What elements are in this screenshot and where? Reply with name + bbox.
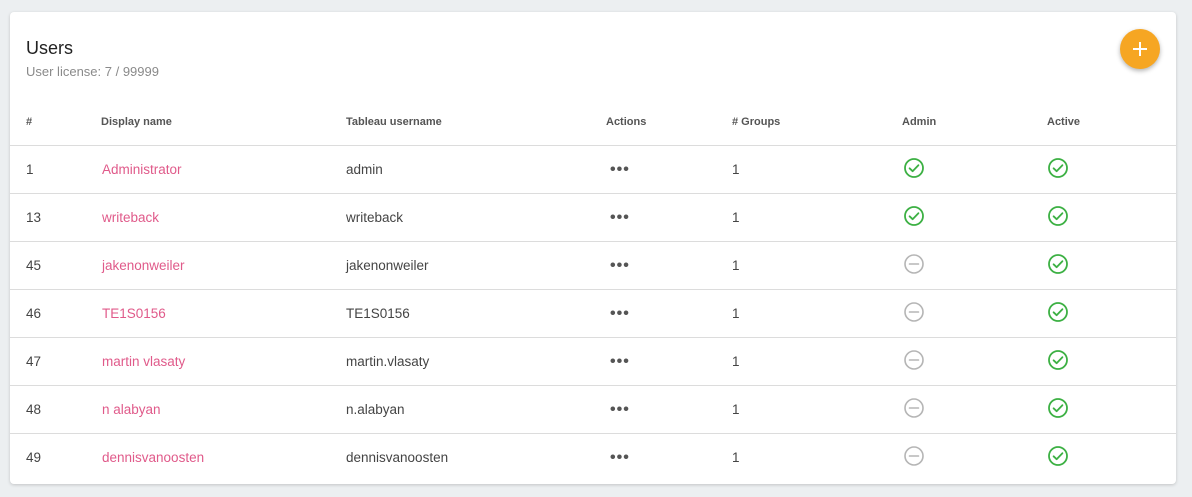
- display-name-link[interactable]: martin vlasaty: [102, 338, 185, 385]
- admin-status: [903, 146, 925, 193]
- actions-menu-button[interactable]: •••: [610, 194, 630, 241]
- table-row: 46 TE1S0156 TE1S0156 ••• 1: [10, 290, 1176, 338]
- user-id: 49: [26, 450, 42, 465]
- actions-menu-button[interactable]: •••: [610, 290, 630, 337]
- active-status: [1047, 338, 1069, 385]
- admin-status: [903, 290, 925, 337]
- license-info: User license: 7 / 99999: [26, 64, 159, 79]
- tableau-username: jakenonweiler: [346, 258, 429, 273]
- user-id: 13: [26, 210, 42, 225]
- minus-circle-icon: [903, 301, 925, 326]
- tableau-username: TE1S0156: [346, 306, 410, 321]
- user-id: 48: [26, 402, 42, 417]
- group-count: 1: [732, 258, 740, 273]
- active-status: [1047, 194, 1069, 241]
- more-horizontal-icon: •••: [610, 304, 630, 322]
- check-circle-icon: [903, 205, 925, 230]
- table-row: 1 Administrator admin ••• 1: [10, 146, 1176, 194]
- table-row: 13 writeback writeback ••• 1: [10, 194, 1176, 242]
- actions-menu-button[interactable]: •••: [610, 434, 630, 481]
- minus-circle-icon: [903, 349, 925, 374]
- table-row: 47 martin vlasaty martin.vlasaty ••• 1: [10, 338, 1176, 386]
- check-circle-icon: [1047, 301, 1069, 326]
- minus-circle-icon: [903, 445, 925, 470]
- user-id: 1: [26, 162, 34, 177]
- actions-menu-button[interactable]: •••: [610, 386, 630, 433]
- group-count: 1: [732, 402, 740, 417]
- column-header-active[interactable]: Active: [1047, 115, 1080, 129]
- table-row: 49 dennisvanoosten dennisvanoosten ••• 1: [10, 434, 1176, 482]
- users-table-body: 1 Administrator admin ••• 1 13 writeback writeb…: [10, 146, 1176, 482]
- table-header: # Display name Tableau username Actions …: [10, 98, 1176, 146]
- tableau-username: admin: [346, 162, 383, 177]
- group-count: 1: [732, 450, 740, 465]
- display-name-link[interactable]: dennisvanoosten: [102, 434, 204, 481]
- active-status: [1047, 386, 1069, 433]
- column-header-groups[interactable]: # Groups: [732, 115, 780, 129]
- tableau-username: n.alabyan: [346, 402, 405, 417]
- user-id: 46: [26, 306, 42, 321]
- more-horizontal-icon: •••: [610, 208, 630, 226]
- admin-status: [903, 434, 925, 481]
- actions-menu-button[interactable]: •••: [610, 146, 630, 193]
- check-circle-icon: [1047, 397, 1069, 422]
- column-header-username[interactable]: Tableau username: [346, 115, 442, 129]
- display-name-link[interactable]: writeback: [102, 194, 159, 241]
- more-horizontal-icon: •••: [610, 256, 630, 274]
- column-header-admin[interactable]: Admin: [902, 115, 936, 129]
- more-horizontal-icon: •••: [610, 400, 630, 418]
- tableau-username: writeback: [346, 210, 404, 225]
- column-header-id[interactable]: #: [26, 115, 32, 129]
- page-title: Users: [26, 38, 74, 58]
- table-row: 48 n alabyan n.alabyan ••• 1: [10, 386, 1176, 434]
- admin-status: [903, 194, 925, 241]
- active-status: [1047, 242, 1069, 289]
- actions-menu-button[interactable]: •••: [610, 242, 630, 289]
- minus-circle-icon: [903, 253, 925, 278]
- group-count: 1: [732, 162, 740, 177]
- more-horizontal-icon: •••: [610, 352, 630, 370]
- group-count: 1: [732, 210, 740, 225]
- actions-menu-button[interactable]: •••: [610, 338, 630, 385]
- display-name-link[interactable]: Administrator: [102, 146, 182, 193]
- group-count: 1: [732, 306, 740, 321]
- user-id: 45: [26, 258, 42, 273]
- display-name-link[interactable]: TE1S0156: [102, 290, 166, 337]
- tableau-username: dennisvanoosten: [346, 450, 449, 465]
- display-name-link[interactable]: n alabyan: [102, 386, 161, 433]
- user-id: 47: [26, 354, 42, 369]
- check-circle-icon: [1047, 253, 1069, 278]
- active-status: [1047, 290, 1069, 337]
- check-circle-icon: [1047, 349, 1069, 374]
- add-user-button[interactable]: [1120, 29, 1160, 69]
- group-count: 1: [732, 354, 740, 369]
- plus-icon: [1132, 41, 1148, 57]
- display-name-link[interactable]: jakenonweiler: [102, 242, 185, 289]
- admin-status: [903, 338, 925, 385]
- more-horizontal-icon: •••: [610, 160, 630, 178]
- admin-status: [903, 242, 925, 289]
- minus-circle-icon: [903, 397, 925, 422]
- column-header-actions: Actions: [606, 116, 647, 128]
- column-header-display-name[interactable]: Display name: [101, 115, 172, 129]
- check-circle-icon: [1047, 445, 1069, 470]
- tableau-username: martin.vlasaty: [346, 354, 430, 369]
- active-status: [1047, 146, 1069, 193]
- users-card: Users User license: 7 / 99999 # Display …: [10, 12, 1176, 484]
- more-horizontal-icon: •••: [610, 448, 630, 466]
- check-circle-icon: [1047, 205, 1069, 230]
- active-status: [1047, 434, 1069, 481]
- table-row: 45 jakenonweiler jakenonweiler ••• 1: [10, 242, 1176, 290]
- admin-status: [903, 386, 925, 433]
- check-circle-icon: [903, 157, 925, 182]
- check-circle-icon: [1047, 157, 1069, 182]
